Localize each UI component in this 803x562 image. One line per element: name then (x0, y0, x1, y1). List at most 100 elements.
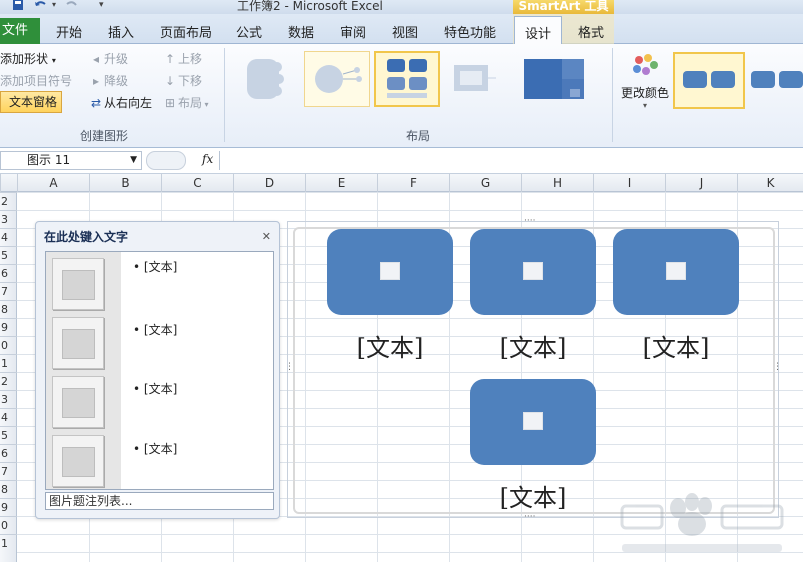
smartart-canvas[interactable]: ···· ···· ⋮ ⋮ [文本] [文本] [文本] [文本] (285, 216, 782, 522)
save-icon[interactable] (12, 0, 24, 10)
layout-button[interactable]: ⊞ 布局 ▾ (164, 94, 209, 111)
row-header[interactable]: 3 (0, 210, 17, 228)
tab-data[interactable]: 数据 (288, 22, 314, 41)
change-colors-button[interactable]: 更改颜色 ▾ (617, 53, 673, 117)
row-header[interactable]: 2 (0, 192, 17, 210)
smartart-caption[interactable]: [文本] (613, 328, 739, 363)
tab-insert[interactable]: 插入 (108, 22, 134, 41)
column-header[interactable]: F (377, 174, 449, 192)
column-header[interactable]: H (521, 174, 593, 192)
row-header[interactable]: 8 (0, 480, 17, 498)
picture-placeholder[interactable] (52, 435, 104, 487)
tab-page-layout[interactable]: 页面布局 (160, 22, 212, 41)
smartart-style-1-selected[interactable] (673, 52, 745, 109)
move-down-button[interactable]: ↓ 下移 (164, 72, 202, 89)
row-header[interactable]: 1 (0, 354, 17, 372)
row-header[interactable]: 4 (0, 408, 17, 426)
tab-format[interactable]: 格式 (578, 22, 604, 41)
row-header[interactable]: 7 (0, 462, 17, 480)
layout-thumbnail-icon (315, 65, 362, 93)
text-pane-button[interactable]: 文本窗格 (0, 91, 62, 113)
resize-handle[interactable]: ···· (524, 216, 535, 226)
smartart-picture-shape[interactable] (470, 379, 596, 465)
column-header[interactable]: J (665, 174, 737, 192)
row-header[interactable]: 7 (0, 282, 17, 300)
add-bullet-button[interactable]: 添加项目符号 (0, 72, 72, 89)
text-pane-footer-link[interactable]: 图片题注列表... (45, 492, 274, 510)
insert-function-icon[interactable]: fx (202, 152, 213, 166)
excel-window: ▾ ▾ 工作簿2 - Microsoft Excel SmartArt 工具 文… (0, 0, 803, 562)
create-graphic-group-label: 创建图形 (80, 129, 129, 143)
smartart-picture-shape[interactable] (613, 229, 739, 315)
tab-formulas[interactable]: 公式 (236, 22, 262, 41)
tab-design[interactable]: 设计 (514, 16, 563, 45)
smartart-caption[interactable]: [文本] (327, 328, 453, 363)
column-header[interactable]: B (89, 174, 161, 192)
picture-placeholder[interactable] (52, 376, 104, 428)
customize-quick-access-icon[interactable]: ▾ (99, 0, 104, 10)
layout-option-3-selected[interactable] (374, 51, 440, 107)
layout-option-1[interactable] (234, 51, 300, 107)
row-header[interactable]: 2 (0, 372, 17, 390)
column-header[interactable]: E (305, 174, 377, 192)
picture-placeholder[interactable] (52, 317, 104, 369)
add-shape-button[interactable]: 添加形状 ▾ (0, 50, 56, 67)
tab-view[interactable]: 视图 (392, 22, 418, 41)
row-header[interactable]: 5 (0, 426, 17, 444)
formula-expand-handle[interactable] (146, 151, 186, 170)
layout-option-4[interactable] (444, 51, 510, 107)
column-header[interactable]: G (449, 174, 521, 192)
column-header[interactable]: A (17, 174, 89, 192)
text-pane-item[interactable]: • [文本] (133, 321, 177, 338)
undo-dropdown-icon[interactable]: ▾ (52, 0, 56, 10)
row-header[interactable]: 1 (0, 534, 17, 552)
text-pane-item[interactable]: • [文本] (133, 258, 177, 275)
formula-input[interactable] (219, 151, 803, 170)
layout-option-2[interactable] (304, 51, 370, 107)
row-header[interactable]: 8 (0, 300, 17, 318)
smartart-caption[interactable]: [文本] (470, 478, 596, 513)
row-header[interactable]: 0 (0, 516, 17, 534)
move-up-button[interactable]: ↑ 上移 (164, 50, 202, 67)
tab-review[interactable]: 审阅 (340, 22, 366, 41)
row-header[interactable]: 6 (0, 264, 17, 282)
ribbon-tabs: 文件 开始 插入 页面布局 公式 数据 审阅 视图 特色功能 设计 格式 (0, 14, 803, 45)
row-header[interactable]: 9 (0, 318, 17, 336)
undo-icon[interactable] (34, 0, 48, 10)
smartart-caption[interactable]: [文本] (470, 328, 596, 363)
group-separator (224, 48, 225, 142)
row-header[interactable]: 5 (0, 246, 17, 264)
move-up-label: 上移 (178, 52, 203, 66)
column-header[interactable]: I (593, 174, 665, 192)
column-header[interactable]: C (161, 174, 233, 192)
tab-special[interactable]: 特色功能 (444, 22, 496, 41)
smartart-picture-shape[interactable] (327, 229, 453, 315)
redo-icon[interactable] (64, 0, 78, 10)
row-header[interactable]: 0 (0, 336, 17, 354)
text-pane-item[interactable]: • [文本] (133, 440, 177, 457)
tab-home[interactable]: 开始 (56, 22, 82, 41)
demote-button[interactable]: ▸ 降级 (90, 72, 128, 89)
name-box-dropdown-icon[interactable]: ▼ (130, 152, 137, 169)
picture-placeholder[interactable] (52, 258, 104, 310)
row-header[interactable]: 6 (0, 444, 17, 462)
tab-file[interactable]: 文件 (0, 18, 40, 44)
layout-option-5[interactable] (514, 51, 600, 107)
move-down-label: 下移 (178, 74, 203, 88)
row-header[interactable]: 4 (0, 228, 17, 246)
column-header[interactable]: D (233, 174, 305, 192)
smartart-style-2[interactable] (749, 52, 803, 109)
column-header[interactable]: K (737, 174, 803, 192)
window-title: 工作簿2 - Microsoft Excel (237, 0, 383, 13)
promote-button[interactable]: ◂ 升级 (90, 50, 128, 67)
change-colors-label: 更改颜色 (620, 86, 669, 100)
smartart-picture-shape[interactable] (470, 229, 596, 315)
close-icon[interactable]: ✕ (262, 230, 271, 243)
row-header[interactable]: 9 (0, 498, 17, 516)
select-all-corner[interactable] (0, 174, 17, 192)
row-header[interactable]: 3 (0, 390, 17, 408)
right-to-left-button[interactable]: ⇄ 从右向左 (90, 94, 152, 111)
layout-thumbnail-icon (454, 65, 496, 91)
name-box[interactable]: 图示 11 ▼ (0, 151, 142, 170)
text-pane-item[interactable]: • [文本] (133, 380, 177, 397)
